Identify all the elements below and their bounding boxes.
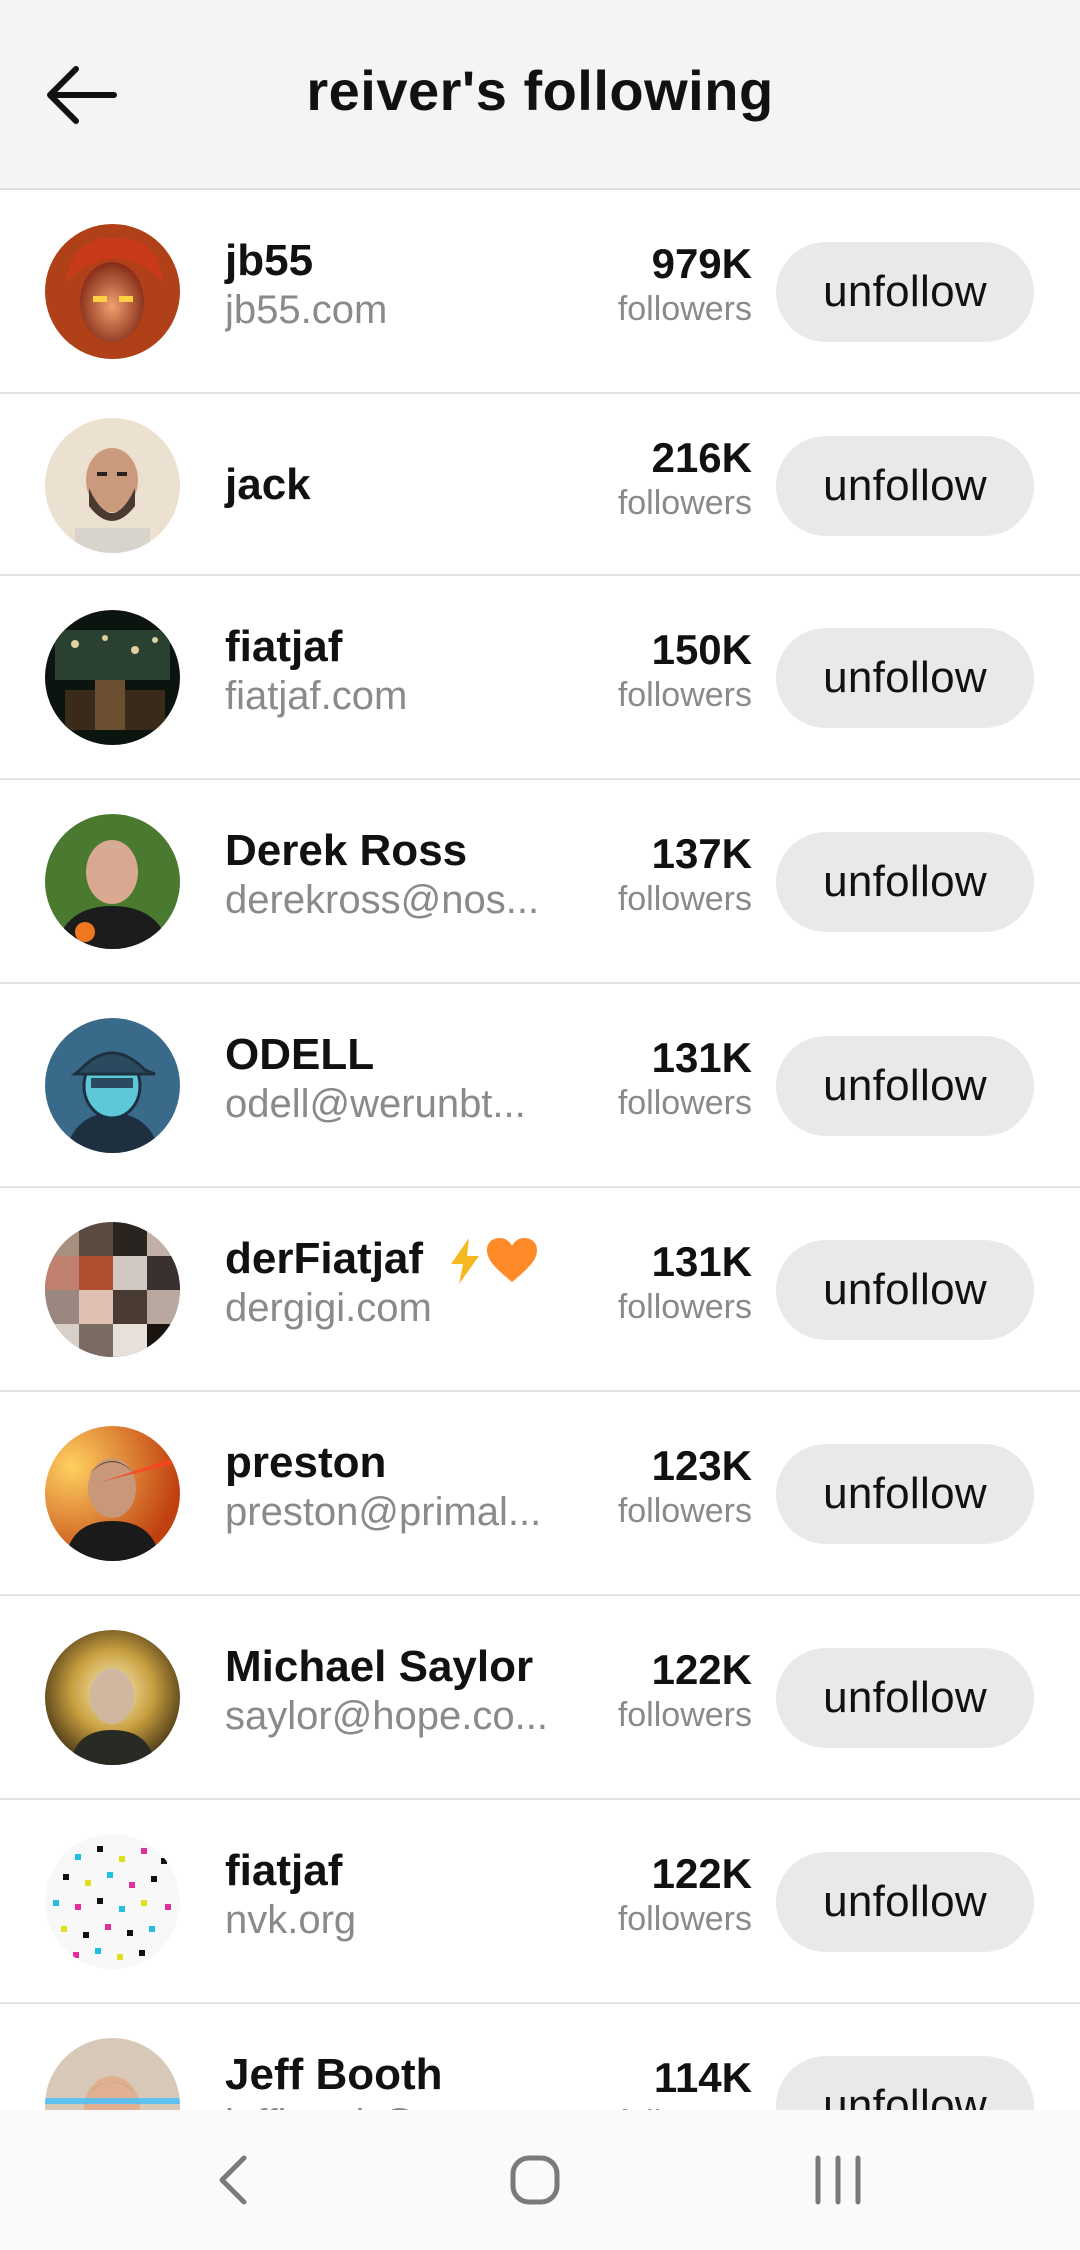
avatar[interactable] <box>45 1426 180 1561</box>
unfollow-button[interactable]: unfollow <box>776 1852 1034 1952</box>
user-name: preston <box>225 1438 387 1487</box>
user-name: Jeff Booth <box>225 2050 443 2099</box>
unfollow-button[interactable]: unfollow <box>776 1444 1034 1544</box>
user-name: ODELL <box>225 1030 375 1079</box>
list-item[interactable]: jack 216K followers unfollow <box>0 394 1080 576</box>
followers-label: followers <box>617 484 752 522</box>
followers-label: followers <box>617 1288 752 1326</box>
avatar[interactable] <box>45 814 180 949</box>
followers-label: followers <box>617 1492 752 1530</box>
user-name: fiatjaf <box>225 1846 343 1895</box>
list-item[interactable]: preston preston@primal... 123K followers… <box>0 1392 1080 1596</box>
followers-label: followers <box>617 1900 752 1938</box>
follower-count: 131K <box>651 1238 752 1285</box>
list-item[interactable]: fiatjaf nvk.org 122K followers unfollow <box>0 1800 1080 2004</box>
user-handle: jb55.com <box>225 288 388 332</box>
user-name: derFiatjaf <box>225 1234 538 1285</box>
following-list: jb55 jb55.com 979K followers unfollow ja… <box>0 190 1080 2110</box>
follower-count: 131K <box>651 1034 752 1081</box>
user-handle: nvk.org <box>225 1898 357 1942</box>
list-item[interactable]: Jeff Booth jeffbooth@nostr... 114K follo… <box>0 2004 1080 2110</box>
page-title: reiver's following <box>306 59 774 122</box>
unfollow-button[interactable]: unfollow <box>776 1036 1034 1136</box>
unfollow-button[interactable]: unfollow <box>776 832 1034 932</box>
user-handle: preston@primal... <box>225 1490 542 1534</box>
nav-back-button[interactable] <box>182 2140 282 2220</box>
follower-count: 122K <box>651 1646 752 1693</box>
followers-label: followers <box>617 1084 752 1122</box>
avatar[interactable] <box>45 418 180 553</box>
unfollow-button[interactable]: unfollow <box>776 2056 1034 2110</box>
avatar[interactable] <box>45 610 180 745</box>
unfollow-button[interactable]: unfollow <box>776 242 1034 342</box>
list-item[interactable]: Michael Saylor saylor@hope.co... 122K fo… <box>0 1596 1080 1800</box>
avatar[interactable] <box>45 1630 180 1765</box>
user-name: Derek Ross <box>225 826 468 875</box>
user-handle: fiatjaf.com <box>225 674 408 718</box>
nav-back-icon <box>219 2155 247 2205</box>
list-item[interactable]: derFiatjaf dergigi.com 131K followers un… <box>0 1188 1080 1392</box>
user-name-text: derFiatjaf <box>225 1234 424 1283</box>
followers-label: followers <box>617 880 752 918</box>
followers-label: followers <box>617 290 752 328</box>
user-handle: saylor@hope.co... <box>225 1694 548 1738</box>
user-handle: dergigi.com <box>225 1286 432 1330</box>
avatar[interactable] <box>45 2038 180 2110</box>
list-item[interactable]: Derek Ross derekross@nos... 137K followe… <box>0 780 1080 984</box>
unfollow-button[interactable]: unfollow <box>776 1240 1034 1340</box>
user-name: jack <box>225 460 311 509</box>
user-name: jb55 <box>225 236 314 285</box>
nav-home-icon <box>510 2155 560 2205</box>
follower-count: 150K <box>651 626 752 673</box>
follower-count: 114K <box>653 2054 752 2101</box>
avatar[interactable] <box>45 1834 180 1969</box>
follower-count: 123K <box>651 1442 752 1489</box>
avatar[interactable] <box>45 1018 180 1153</box>
unfollow-button[interactable]: unfollow <box>776 1648 1034 1748</box>
avatar[interactable] <box>45 224 180 359</box>
nav-recents-icon <box>815 2155 861 2205</box>
nav-home-button[interactable] <box>485 2140 585 2220</box>
followers-label: followers <box>617 676 752 714</box>
nav-recents-button[interactable] <box>788 2140 888 2220</box>
unfollow-button[interactable]: unfollow <box>776 436 1034 536</box>
follower-count: 979K <box>651 240 752 287</box>
followers-label: followers <box>617 1696 752 1734</box>
following-screen: reiver's following jb55 jb55.com 979K fo… <box>0 0 1080 2250</box>
unfollow-button[interactable]: unfollow <box>776 628 1034 728</box>
user-name: Michael Saylor <box>225 1642 534 1691</box>
user-handle: jeffbooth@nostr... <box>225 2102 555 2110</box>
user-handle: derekross@nos... <box>225 878 540 922</box>
lightning-icon <box>451 1238 480 1285</box>
name-emojis <box>449 1238 538 1285</box>
avatar[interactable] <box>45 1222 180 1357</box>
orange-heart-icon <box>487 1238 538 1283</box>
list-item[interactable]: jb55 jb55.com 979K followers unfollow <box>0 190 1080 394</box>
follower-count: 122K <box>651 1850 752 1897</box>
follower-count: 137K <box>651 830 752 877</box>
list-item[interactable]: ODELL odell@werunbt... 131K followers un… <box>0 984 1080 1188</box>
list-item[interactable]: fiatjaf fiatjaf.com 150K followers unfol… <box>0 576 1080 780</box>
system-nav-bar <box>0 2110 1080 2250</box>
follower-count: 216K <box>651 434 752 481</box>
top-bar: reiver's following <box>0 0 1080 190</box>
user-handle: odell@werunbt... <box>225 1082 526 1126</box>
user-name: fiatjaf <box>225 622 343 671</box>
